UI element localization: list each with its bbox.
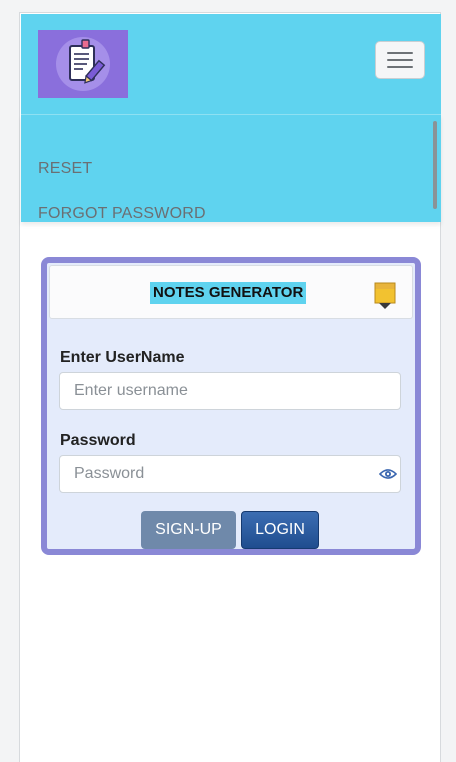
eye-icon[interactable] bbox=[379, 468, 397, 480]
username-input[interactable] bbox=[59, 372, 401, 410]
card-title: NOTES GENERATOR bbox=[150, 282, 307, 304]
login-card: NOTES GENERATOR Enter UserName Password … bbox=[41, 257, 421, 555]
page-viewport: RESET FORGOT PASSWORD NOTES GENERATOR En… bbox=[19, 12, 441, 762]
card-header: NOTES GENERATOR bbox=[49, 265, 413, 319]
hamburger-icon-bar bbox=[387, 66, 413, 68]
hamburger-icon-bar bbox=[387, 52, 413, 54]
navbar-toggle-button[interactable] bbox=[375, 41, 425, 79]
notepad-pen-icon bbox=[56, 37, 110, 91]
login-button[interactable]: LOGIN bbox=[241, 511, 319, 549]
menu-scrollbar[interactable] bbox=[433, 121, 437, 209]
navbar bbox=[21, 14, 441, 115]
signup-button[interactable]: SIGN-UP bbox=[141, 511, 236, 549]
collapse-menu: RESET FORGOT PASSWORD bbox=[21, 115, 441, 222]
username-label: Enter UserName bbox=[60, 349, 185, 366]
menu-item-forgot-password[interactable]: FORGOT PASSWORD bbox=[38, 205, 206, 223]
password-label: Password bbox=[60, 432, 136, 449]
pencil-icon bbox=[374, 282, 396, 309]
brand-logo[interactable] bbox=[38, 30, 128, 98]
menu-item-reset[interactable]: RESET bbox=[38, 160, 92, 178]
password-input[interactable] bbox=[59, 455, 401, 493]
hamburger-icon-bar bbox=[387, 59, 413, 61]
